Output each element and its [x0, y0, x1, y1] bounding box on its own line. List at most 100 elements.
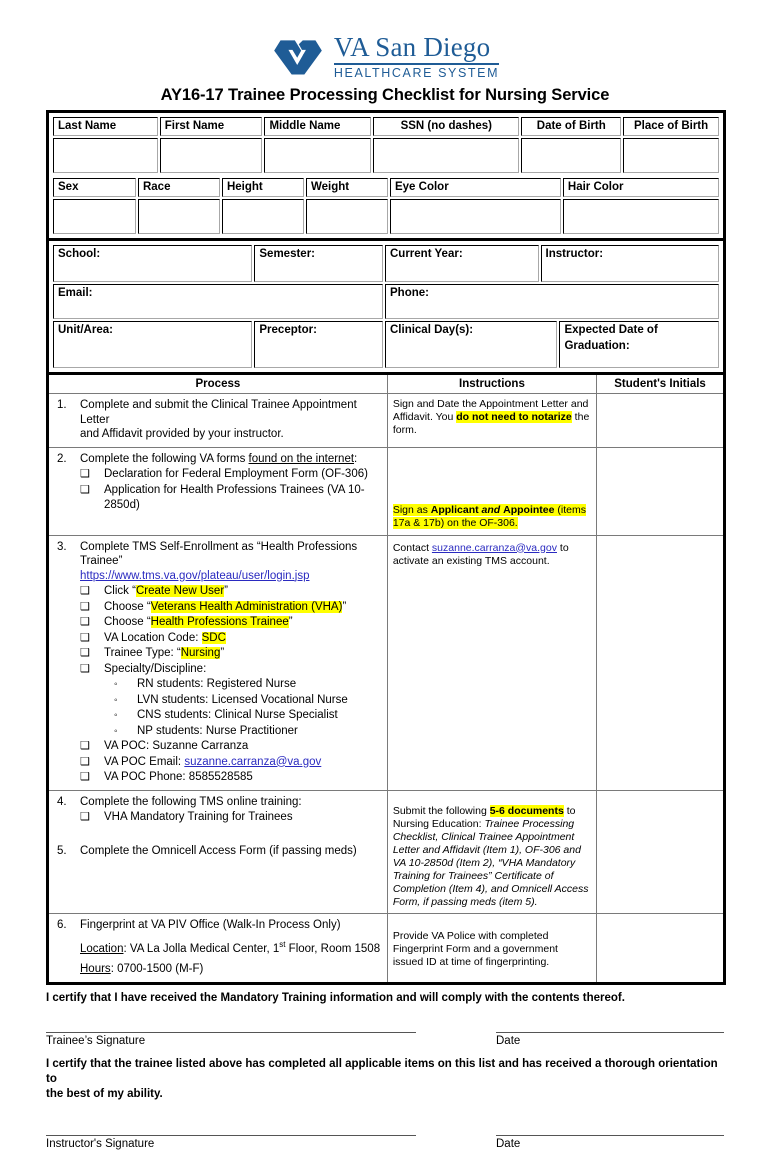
field-instructor[interactable]: Instructor:	[540, 245, 719, 282]
checkbox-icon[interactable]: ❑	[80, 739, 104, 755]
item-text-5: Complete the Omnicell Access Form (if pa…	[80, 844, 357, 857]
trainee-date-label: Date	[496, 1034, 521, 1047]
trainee-certification-text: I certify that I have received the Manda…	[46, 991, 625, 1004]
checkbox-item-vha-mandatory-training[interactable]: ❑ VHA Mandatory Training for Trainees	[80, 810, 382, 826]
initials-cell-item1[interactable]	[596, 393, 723, 448]
process-cell-item2: 2. Complete the following VA forms found…	[49, 446, 388, 536]
field-current-year[interactable]: Current Year:	[385, 245, 539, 282]
checkbox-icon[interactable]: ❑	[80, 646, 104, 662]
instructor-signature-labels: Instructor's Signature Date	[46, 1136, 726, 1150]
trainee-signature-line[interactable]	[46, 1031, 416, 1033]
instr4-italic: Trainee Processing Checklist, Clinical T…	[392, 817, 589, 908]
item-text-6: Fingerprint at VA PIV Office (Walk-In Pr…	[80, 918, 341, 931]
checkbox-icon[interactable]: ❑	[80, 631, 104, 647]
label-weight: Weight	[305, 178, 388, 197]
checkbox-item-vha[interactable]: ❑ Choose “Veterans Health Administration…	[80, 600, 382, 616]
field-race[interactable]	[137, 199, 220, 234]
field-ssn[interactable]	[373, 138, 520, 173]
checkbox-item-of306[interactable]: ❑ Declaration for Federal Employment For…	[80, 467, 382, 483]
field-unit-area[interactable]: Unit/Area:	[53, 321, 253, 368]
field-sex[interactable]	[53, 199, 136, 234]
checkbox-item-location-code[interactable]: ❑ VA Location Code: SDC	[80, 631, 382, 647]
field-eye-color[interactable]	[389, 199, 561, 234]
label-date-of-birth: Date of Birth	[521, 117, 622, 136]
field-hair-color[interactable]	[562, 199, 719, 234]
specialty-item-cns: ◦ CNS students: Clinical Nurse Specialis…	[114, 708, 382, 724]
checkbox-icon[interactable]: ❑	[80, 615, 104, 631]
field-clinical-days[interactable]: Clinical Day(s):	[385, 321, 558, 368]
contact-row: Email: Phone:	[52, 283, 720, 320]
instr3-email-link[interactable]: suzanne.carranza@va.gov	[432, 542, 557, 554]
location-label: Location	[80, 942, 124, 955]
checkbox-icon[interactable]: ❑	[80, 755, 104, 771]
header-instructions: Instructions	[386, 375, 598, 394]
checkbox-icon[interactable]: ❑	[80, 810, 104, 826]
checkbox-item-hpt[interactable]: ❑ Choose “Health Professions Trainee”	[80, 615, 382, 631]
checkbox-icon[interactable]: ❑	[80, 467, 104, 483]
initials-cell-item2[interactable]	[596, 446, 723, 536]
checkbox-icon[interactable]: ❑	[80, 600, 104, 616]
specialty-item-rn: ◦ RN students: Registered Nurse	[114, 677, 382, 693]
initials-cell-item3[interactable]	[596, 534, 723, 791]
field-date-of-birth[interactable]	[521, 138, 622, 173]
location-indent	[54, 938, 80, 956]
field-last-name[interactable]	[53, 138, 158, 173]
checkbox-item-poc-email[interactable]: ❑ VA POC Email: suzanne.carranza@va.gov	[80, 755, 382, 771]
poc-email-link[interactable]: suzanne.carranza@va.gov	[184, 756, 321, 768]
trainee-signature-label: Trainee’s Signature	[46, 1034, 146, 1047]
checkbox-item-va10-2850d[interactable]: ❑ Application for Health Professions Tra…	[80, 483, 382, 514]
poc-phone-label: VA POC Phone: 8585528585	[104, 771, 253, 783]
instructor-date-line[interactable]	[496, 1134, 724, 1136]
field-middle-name[interactable]	[264, 138, 372, 173]
process-cell-item1: 1. Complete and submit the Clinical Trai…	[49, 393, 388, 448]
field-phone[interactable]: Phone:	[385, 284, 719, 319]
field-place-of-birth[interactable]	[623, 138, 719, 173]
checkbox-item-poc-phone[interactable]: ❑ VA POC Phone: 8585528585	[80, 770, 382, 786]
checkbox-label-hpt: Choose “Health Professions Trainee”	[104, 615, 293, 631]
field-first-name[interactable]	[159, 138, 263, 173]
field-weight[interactable]	[305, 199, 388, 234]
process-table: Process Instructions Student's Initials …	[49, 375, 723, 982]
instructor-signature-block: Instructor's Signature Date	[46, 1134, 726, 1150]
signature-gap	[416, 1032, 496, 1033]
field-preceptor[interactable]: Preceptor:	[254, 321, 383, 368]
instructor-certification-text: I certify that the trainee listed above …	[46, 1057, 726, 1102]
field-semester[interactable]: Semester:	[254, 245, 383, 282]
instr2-highlight-block: Sign as Applicant and Appointee (items 1…	[392, 503, 586, 529]
table-row-item3: 3. Complete TMS Self-Enrollment as “Heal…	[49, 534, 723, 791]
initials-cell-item45[interactable]	[596, 789, 723, 914]
checkbox-item-specialty[interactable]: ❑ Specialty/Discipline:	[80, 662, 382, 678]
tms-login-link[interactable]: https://www.tms.va.gov/plateau/user/logi…	[80, 569, 382, 584]
identity-row1-labels: Last Name First Name Middle Name SSN (no…	[52, 116, 720, 137]
location-value: : VA La Jolla Medical Center, 1	[123, 942, 280, 955]
instr1-highlight: do not need to notarize	[456, 411, 572, 423]
checkbox-icon[interactable]: ❑	[80, 770, 104, 786]
specialty-label-rn: RN students: Registered Nurse	[137, 678, 297, 690]
item2-lead-pre: Complete the following VA forms	[80, 452, 249, 465]
label-last-name: Last Name	[53, 117, 158, 136]
checkbox-icon[interactable]: ❑	[80, 483, 104, 514]
label-first-name: First Name	[159, 117, 263, 136]
s1-pre: Choose “	[104, 600, 151, 613]
s2-hl: Health Professions Trainee	[150, 616, 289, 628]
field-email[interactable]: Email:	[53, 284, 383, 319]
checkbox-icon[interactable]: ❑	[80, 662, 104, 678]
checkbox-icon[interactable]: ❑	[80, 584, 104, 600]
field-school[interactable]: School:	[53, 245, 253, 282]
s4-pre: Trainee Type: “	[104, 647, 181, 659]
bullet-circle-icon: ◦	[114, 725, 118, 737]
logo-title: VA San Diego	[333, 32, 491, 62]
field-height[interactable]	[221, 199, 304, 234]
item1-line2: and Affidavit provided by your instructo…	[80, 428, 284, 440]
checkbox-item-create-new-user[interactable]: ❑ Click “Create New User”	[80, 584, 382, 600]
location-text: Location: VA La Jolla Medical Center, 1s…	[80, 938, 382, 956]
label-middle-name: Middle Name	[264, 117, 372, 136]
list-item-3: 3. Complete TMS Self-Enrollment as “Heal…	[54, 540, 382, 584]
instructor-signature-line[interactable]	[46, 1134, 416, 1136]
checkbox-item-trainee-type[interactable]: ❑ Trainee Type: “Nursing”	[80, 646, 382, 662]
trainee-date-line[interactable]	[496, 1031, 724, 1033]
field-expected-graduation[interactable]: Expected Date of Graduation:	[559, 321, 719, 368]
item3-line2: Trainee”	[80, 555, 123, 567]
checkbox-item-poc-name[interactable]: ❑ VA POC: Suzanne Carranza	[80, 739, 382, 755]
initials-cell-item6[interactable]	[596, 912, 723, 982]
